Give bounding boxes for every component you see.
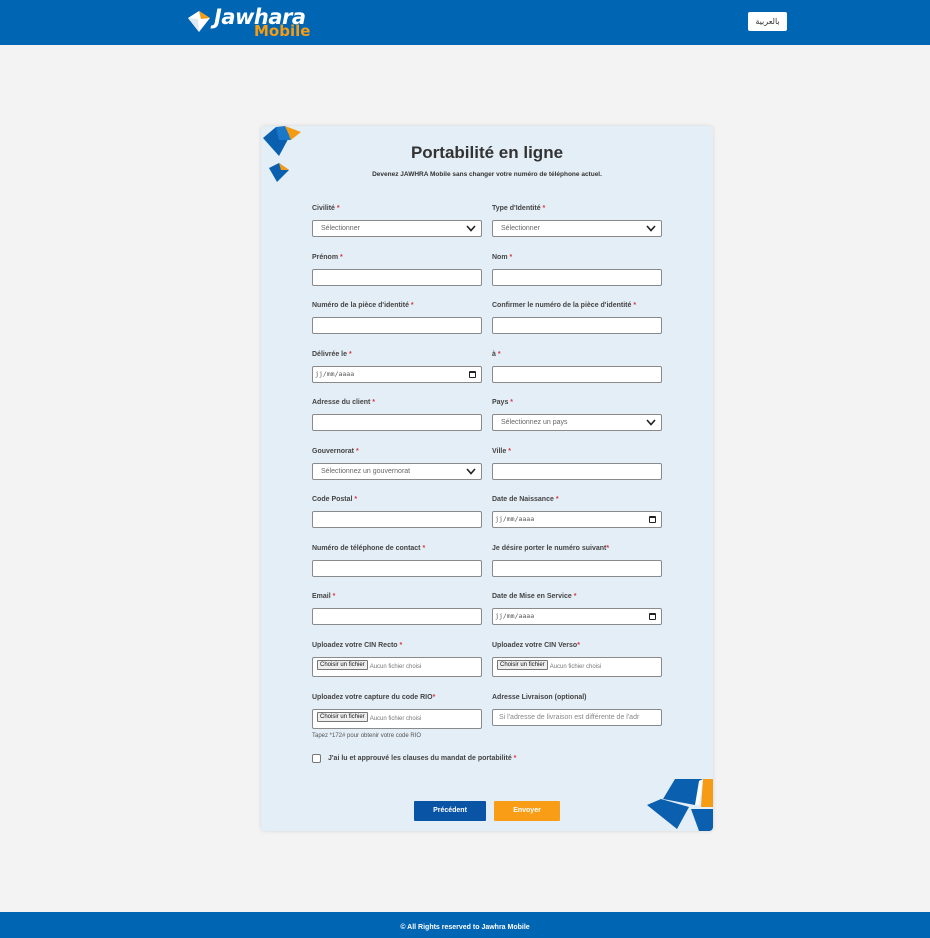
service-date-input[interactable]: jj/mm/aaaa [492, 608, 662, 625]
contact-phone-group: Numéro de téléphone de contact * [312, 543, 482, 577]
city-input[interactable] [492, 463, 662, 480]
civility-select[interactable]: Sélectionner [312, 220, 482, 237]
service-date-group: Date de Mise en Service * jj/mm/aaaa [492, 591, 662, 625]
country-select[interactable]: Sélectionnez un pays [492, 414, 662, 431]
confirm-id-number-input[interactable] [492, 317, 662, 334]
delivery-address-input[interactable]: Si l'adresse de livraison est différente… [492, 709, 662, 726]
delivery-address-label: Adresse Livraison (optional) [492, 694, 587, 701]
country-label: Pays * [492, 399, 514, 406]
confirm-id-number-label: Confirmer le numéro de la pièce d'identi… [492, 302, 637, 309]
diamond-logo-icon [188, 11, 210, 32]
rio-code-label: Uploadez votre capture du code RIO* [312, 694, 436, 701]
confirm-id-number-group: Confirmer le numéro de la pièce d'identi… [492, 300, 662, 334]
last-name-group: Nom * [492, 252, 662, 286]
service-date-label: Date de Mise en Service * [492, 593, 577, 600]
identity-type-group: Type d'Identité * Sélectionner [492, 203, 662, 237]
country-group: Pays * Sélectionnez un pays [492, 397, 662, 431]
cin-recto-file-input[interactable]: Choisir un fichier Aucun fichier choisi [312, 657, 482, 677]
calendar-icon[interactable] [649, 516, 656, 523]
cin-verso-group: Uploadez votre CIN Verso* Choisir un fic… [492, 640, 662, 677]
rio-code-hint: Tapez *172# pour obtenir votre code RIO [312, 733, 422, 739]
address-group: Adresse du client * [312, 397, 482, 431]
brand-logo[interactable]: Jawhara Mobile [186, 5, 310, 40]
consent-checkbox[interactable] [312, 754, 321, 763]
first-name-label: Prénom * [312, 254, 343, 261]
birth-date-input[interactable]: jj/mm/aaaa [492, 511, 662, 528]
issued-date-input[interactable]: jj/mm/aaaa [312, 366, 482, 383]
issued-place-input[interactable] [492, 366, 662, 383]
city-label: Ville * [492, 448, 511, 455]
first-name-input[interactable] [312, 269, 482, 286]
address-input[interactable] [312, 414, 482, 431]
contact-phone-input[interactable] [312, 560, 482, 577]
form-title: Portabilité en ligne [410, 143, 564, 162]
issued-date-group: Délivrée le * jj/mm/aaaa [312, 349, 482, 383]
civility-label: Civilité * [312, 205, 340, 212]
delivery-address-group: Adresse Livraison (optional) Si l'adress… [492, 692, 662, 726]
last-name-input[interactable] [492, 269, 662, 286]
postal-code-label: Code Postal * [312, 496, 358, 503]
file-status: Aucun fichier choisi [549, 664, 602, 670]
rio-code-file-input[interactable]: Choisir un fichier Aucun fichier choisi [312, 709, 482, 729]
top-navbar: Jawhara Mobile بالعربية [0, 0, 930, 45]
decorative-diamond-icon [647, 779, 713, 831]
cin-recto-label: Uploadez votre CIN Recto * [312, 642, 403, 649]
address-label: Adresse du client * [312, 399, 376, 406]
portability-form-card: Portabilité en ligne Devenez JAWHRA Mobi… [261, 126, 713, 831]
choose-file-button[interactable]: Choisir un fichier [317, 712, 368, 723]
birth-date-group: Date de Naissance * jj/mm/aaaa [492, 494, 662, 528]
calendar-icon[interactable] [649, 613, 656, 620]
choose-file-button[interactable]: Choisir un fichier [497, 660, 548, 671]
previous-button[interactable]: Précédent [414, 801, 486, 821]
copyright-text: © All Rights reserved to Jawhra Mobile [400, 924, 530, 931]
arabic-language-button[interactable]: بالعربية [748, 12, 787, 31]
choose-file-button[interactable]: Choisir un fichier [317, 660, 368, 671]
cin-verso-label: Uploadez votre CIN Verso* [492, 642, 580, 649]
email-group: Email * [312, 591, 482, 625]
city-group: Ville * [492, 446, 662, 480]
issued-place-label: à * [492, 351, 501, 358]
contact-phone-label: Numéro de téléphone de contact * [312, 545, 426, 552]
governorate-group: Gouvernorat * Sélectionnez un gouvernora… [312, 446, 482, 480]
form-subtitle: Devenez JAWHRA Mobile sans changer votre… [372, 171, 602, 178]
identity-type-label: Type d'Identité * [492, 205, 546, 212]
submit-button[interactable]: Envoyer [494, 801, 560, 821]
email-label: Email * [312, 593, 336, 600]
footer: © All Rights reserved to Jawhra Mobile [0, 912, 930, 938]
postal-code-group: Code Postal * [312, 494, 482, 528]
cin-verso-file-input[interactable]: Choisir un fichier Aucun fichier choisi [492, 657, 662, 677]
port-number-input[interactable] [492, 560, 662, 577]
consent-label[interactable]: J'ai lu et approuvé les clauses du manda… [328, 755, 516, 762]
email-input[interactable] [312, 608, 482, 625]
governorate-label: Gouvernorat * [312, 448, 359, 455]
cin-recto-group: Uploadez votre CIN Recto * Choisir un fi… [312, 640, 482, 677]
issued-place-group: à * [492, 349, 662, 383]
postal-code-input[interactable] [312, 511, 482, 528]
identity-type-select[interactable]: Sélectionner [492, 220, 662, 237]
chevron-down-icon [466, 225, 476, 232]
brand-subname: Mobile [254, 22, 311, 40]
last-name-label: Nom * [492, 254, 513, 261]
first-name-group: Prénom * [312, 252, 482, 286]
calendar-icon[interactable] [469, 371, 476, 378]
id-number-group: Numéro de la pièce d'identité * [312, 300, 482, 334]
chevron-down-icon [646, 225, 656, 232]
id-number-input[interactable] [312, 317, 482, 334]
id-number-label: Numéro de la pièce d'identité * [312, 302, 414, 309]
port-number-group: Je désire porter le numéro suivant* [492, 543, 662, 577]
issued-date-label: Délivrée le * [312, 351, 352, 358]
chevron-down-icon [646, 419, 656, 426]
birth-date-label: Date de Naissance * [492, 496, 559, 503]
chevron-down-icon [466, 468, 476, 475]
port-number-label: Je désire porter le numéro suivant* [492, 545, 610, 552]
file-status: Aucun fichier choisi [369, 664, 422, 670]
civility-group: Civilité * Sélectionner [312, 203, 482, 237]
file-status: Aucun fichier choisi [369, 716, 422, 722]
governorate-select[interactable]: Sélectionnez un gouvernorat [312, 463, 482, 480]
rio-code-group: Uploadez votre capture du code RIO* Choi… [312, 692, 482, 739]
